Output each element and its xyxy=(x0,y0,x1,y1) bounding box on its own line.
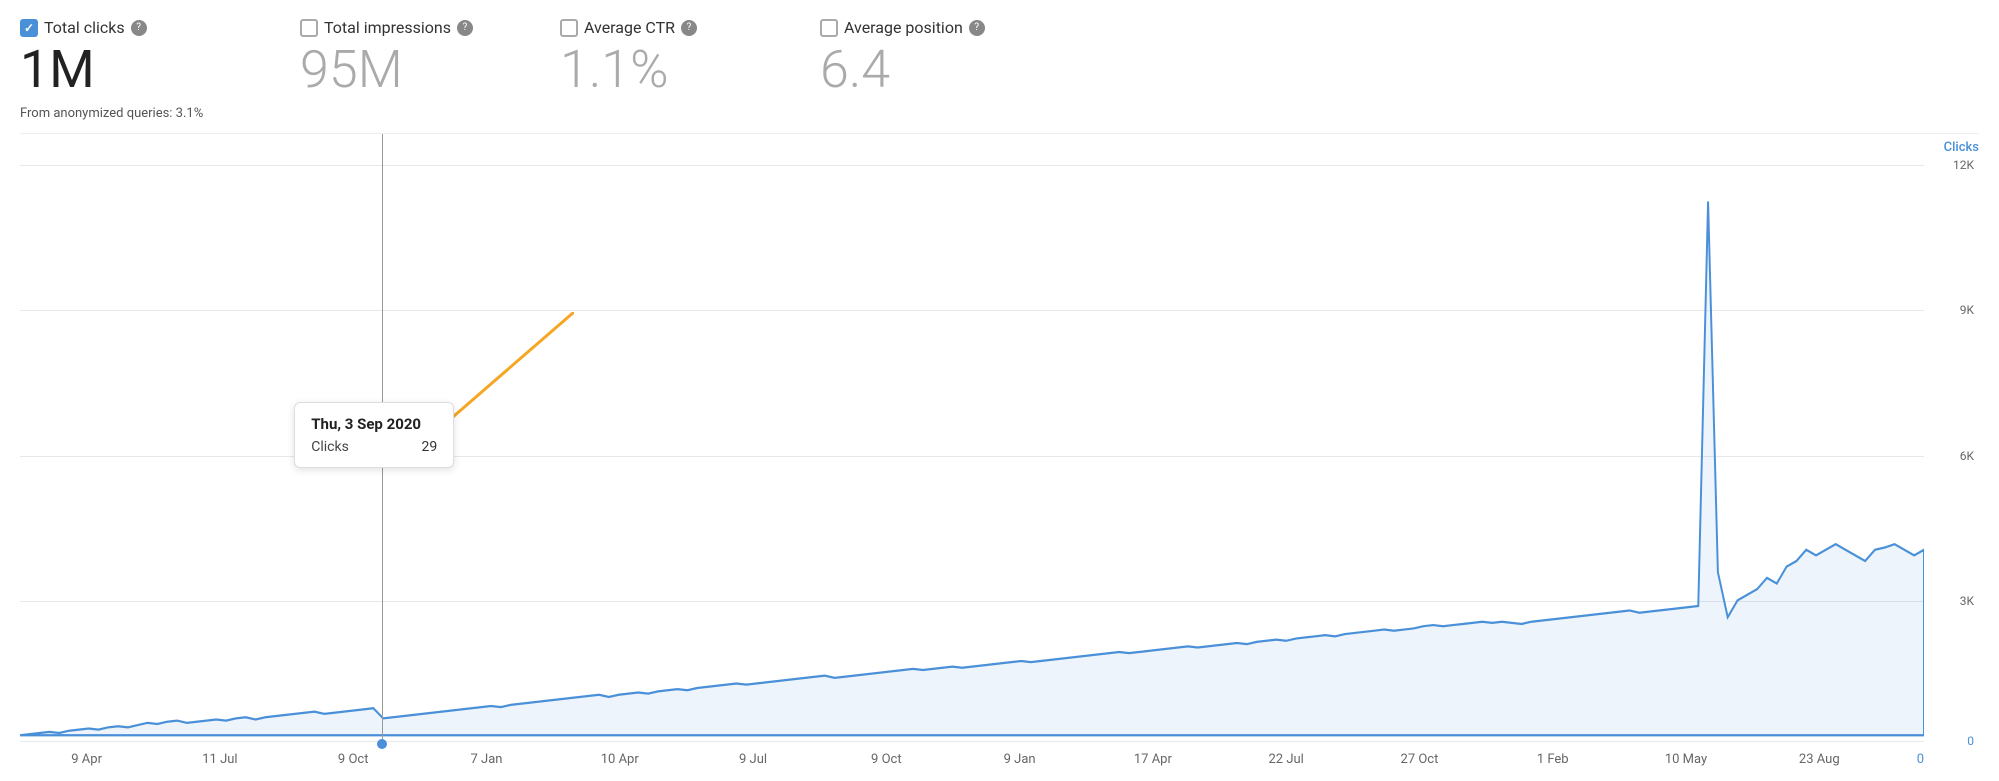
chart-dot xyxy=(377,739,387,749)
checkbox-total-impressions[interactable] xyxy=(300,19,318,37)
metrics-row: ✓ Total clicks ? 1M Total impressions ? … xyxy=(20,18,1979,98)
metric-header-clicks: ✓ Total clicks ? xyxy=(20,18,260,37)
tooltip-row: Clicks 29 xyxy=(311,439,437,455)
tooltip-metric: Clicks xyxy=(311,439,349,455)
help-average-position[interactable]: ? xyxy=(969,20,985,36)
x-label-11jul: 11 Jul xyxy=(202,752,237,767)
main-container: ✓ Total clicks ? 1M Total impressions ? … xyxy=(0,0,1999,781)
value-total-impressions: 95M xyxy=(300,41,500,98)
x-label-10may: 10 May xyxy=(1665,752,1707,767)
metric-header-position: Average position ? xyxy=(820,18,1020,37)
x-label-23aug: 23 Aug xyxy=(1799,752,1840,767)
x-axis: 9 Apr 11 Jul 9 Oct 7 Jan 10 Apr 9 Jul 9 … xyxy=(20,741,1924,771)
tooltip: Thu, 3 Sep 2020 Clicks 29 xyxy=(294,402,454,468)
checkbox-average-position[interactable] xyxy=(820,19,838,37)
metric-header-impressions: Total impressions ? xyxy=(300,18,500,37)
value-total-clicks: 1M xyxy=(20,41,260,98)
anonymized-note: From anonymized queries: 3.1% xyxy=(20,106,1979,121)
metric-total-clicks: ✓ Total clicks ? 1M xyxy=(20,18,300,98)
label-average-position: Average position xyxy=(844,18,963,37)
checkbox-average-ctr[interactable] xyxy=(560,19,578,37)
label-total-clicks: Total clicks xyxy=(44,18,125,37)
help-average-ctr[interactable]: ? xyxy=(681,20,697,36)
metric-average-ctr: Average CTR ? 1.1% xyxy=(560,18,820,98)
y-axis-label: Clicks xyxy=(1944,140,1979,155)
y-label-12k: 12K xyxy=(1953,158,1974,172)
value-average-position: 6.4 xyxy=(820,41,1020,98)
x-label-9jul: 9 Jul xyxy=(739,752,767,767)
tooltip-value: 29 xyxy=(422,439,438,455)
x-label-1feb: 1 Feb xyxy=(1537,752,1569,767)
x-label-9jan: 9 Jan xyxy=(1004,752,1036,767)
checkbox-check: ✓ xyxy=(24,22,34,34)
value-average-ctr: 1.1% xyxy=(560,41,760,98)
x-label-7jan: 7 Jan xyxy=(470,752,502,767)
tooltip-title: Thu, 3 Sep 2020 xyxy=(311,415,437,433)
x-label-9apr: 9 Apr xyxy=(71,752,102,767)
x-label-9oct2: 9 Oct xyxy=(871,752,902,767)
x-label-27oct: 27 Oct xyxy=(1401,752,1439,767)
metric-total-impressions: Total impressions ? 95M xyxy=(300,18,560,98)
metric-average-position: Average position ? 6.4 xyxy=(820,18,1080,98)
chart-line xyxy=(20,202,1924,736)
help-total-clicks[interactable]: ? xyxy=(131,20,147,36)
chart-area: Clicks 12K 9K 6K 3K 0 xyxy=(20,133,1979,771)
y-label-6k: 6K xyxy=(1960,449,1974,463)
checkbox-total-clicks[interactable]: ✓ xyxy=(20,19,38,37)
x-label-22jul: 22 Jul xyxy=(1268,752,1303,767)
x-label-17apr: 17 Apr xyxy=(1134,752,1172,767)
x-zero-label: 0 xyxy=(1917,752,1924,767)
y-label-3k: 3K xyxy=(1960,594,1974,608)
label-average-ctr: Average CTR xyxy=(584,18,675,37)
help-total-impressions[interactable]: ? xyxy=(457,20,473,36)
label-total-impressions: Total impressions xyxy=(324,18,451,37)
y-label-0: 0 xyxy=(1967,734,1974,748)
x-label-10apr: 10 Apr xyxy=(601,752,639,767)
x-label-9oct: 9 Oct xyxy=(338,752,369,767)
y-label-9k: 9K xyxy=(1960,303,1974,317)
metric-header-ctr: Average CTR ? xyxy=(560,18,760,37)
